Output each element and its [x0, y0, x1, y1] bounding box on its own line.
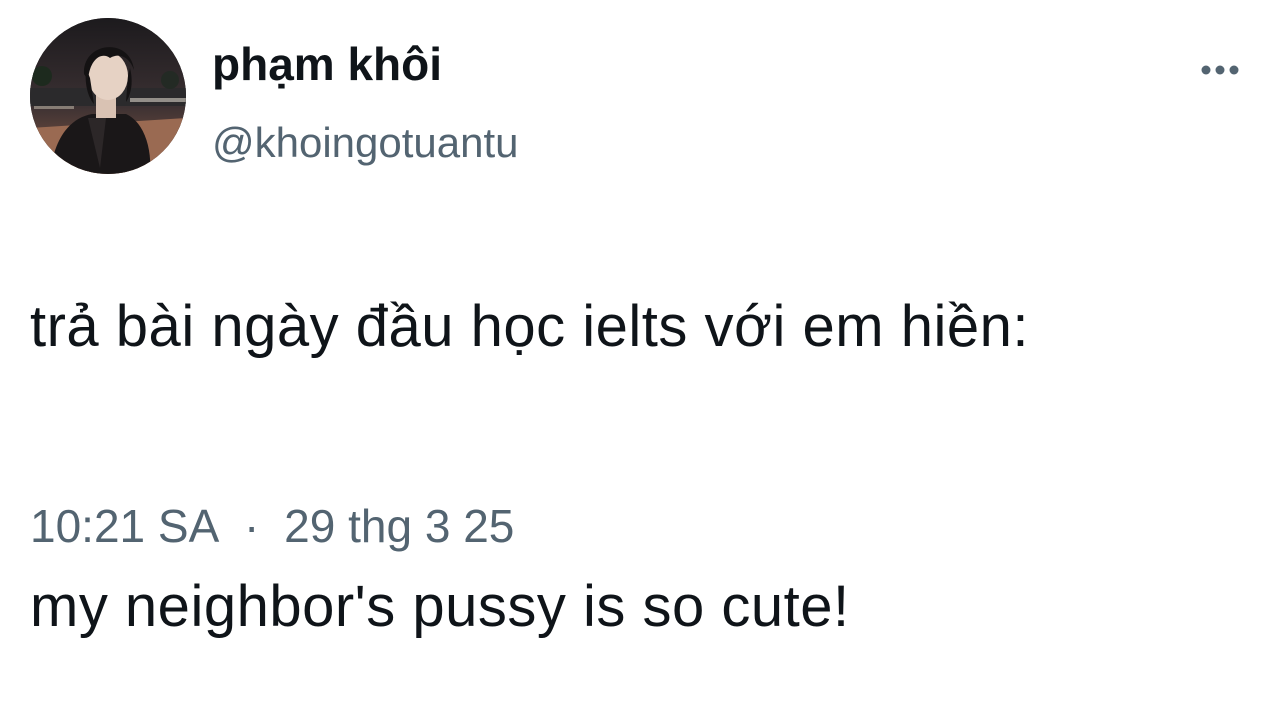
profile-photo-icon: [30, 18, 186, 174]
author-display-name[interactable]: phạm khôi: [212, 36, 442, 92]
tweet-card: phạm khôi @khoingotuantu trả bài ngày đầ…: [0, 0, 1284, 639]
tweet-text-blank-line: [30, 432, 1260, 502]
timestamp-separator: ·: [244, 500, 260, 552]
tweet-text: trả bài ngày đầu học ielts với em hiền: …: [30, 222, 1260, 712]
tweet-text-line-1: trả bài ngày đầu học ielts với em hiền:: [30, 294, 1029, 359]
more-options-button[interactable]: [1196, 56, 1244, 84]
more-horizontal-icon: [1201, 65, 1239, 75]
author-handle[interactable]: @khoingotuantu: [212, 116, 519, 170]
tweet-time: 10:21 SA: [30, 500, 220, 552]
tweet-date: 29 thg 3 25: [284, 500, 515, 552]
tweet-timestamp[interactable]: 10:21 SA · 29 thg 3 25: [30, 498, 514, 554]
author-avatar[interactable]: [30, 18, 186, 174]
